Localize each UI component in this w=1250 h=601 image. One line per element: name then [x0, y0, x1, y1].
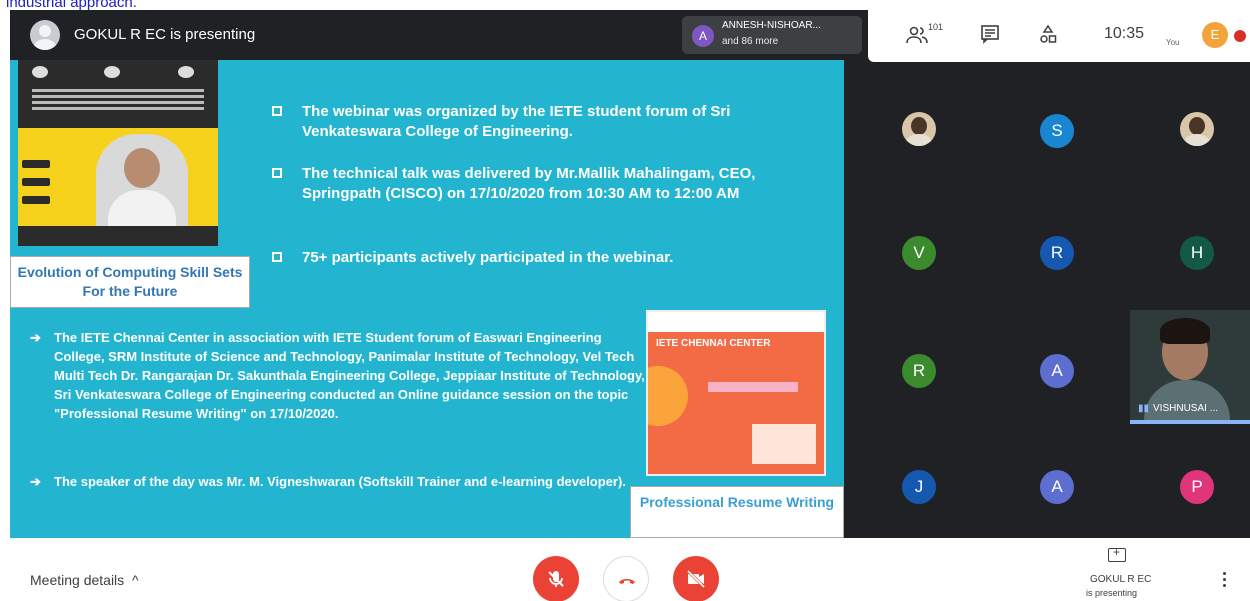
camera-tile-name: ▮▮ VISHNUSAI ...: [1138, 403, 1219, 414]
webinar-poster-image: [18, 60, 218, 246]
participant-avatar: R: [902, 354, 936, 388]
participant-avatar: [1180, 112, 1214, 146]
meeting-controls-panel: 101 10:35 You E: [868, 10, 1250, 62]
alert-dot-icon: [1234, 30, 1246, 42]
meet-window: GOKUL R EC is presenting A ANNESH-NISHOA…: [10, 10, 1250, 601]
participant-avatar: H: [1180, 236, 1214, 270]
others-more: and 86 more: [722, 36, 779, 47]
checkbox-bullet-icon: [272, 252, 282, 262]
poster-heading: IETE CHENNAI CENTER: [656, 338, 771, 349]
participant-grid: S V R H R A ▮▮ VISHNUSAI ... J A P: [850, 60, 1250, 538]
meeting-details-button[interactable]: Meeting details ^: [30, 572, 139, 588]
participant-avatar: A: [1040, 470, 1074, 504]
people-count: 101: [928, 22, 944, 32]
poster-caption-left: Evolution of Computing Skill Sets For th…: [10, 256, 250, 308]
camera-toggle-button[interactable]: [673, 556, 719, 601]
phone-hangup-icon: [619, 579, 635, 584]
participant-avatar: P: [1180, 470, 1214, 504]
slide-arrow-bullet: ➔ The IETE Chennai Center in association…: [30, 330, 645, 421]
mic-toggle-button[interactable]: [533, 556, 579, 601]
clock: 10:35: [1104, 25, 1145, 42]
slide-bullet: 75+ participants actively participated i…: [272, 248, 832, 270]
slide-bullet: The webinar was organized by the IETE st…: [272, 102, 832, 144]
participant-avatar: S: [1040, 114, 1074, 148]
participant-avatar: A: [1040, 354, 1074, 388]
arrow-right-icon: ➔: [30, 474, 41, 489]
resume-poster-image: IETE CHENNAI CENTER: [646, 310, 826, 476]
others-name: ANNESH-NISHOAR...: [722, 20, 821, 31]
shared-screen: Evolution of Computing Skill Sets For th…: [10, 60, 844, 538]
participant-avatar: R: [1040, 236, 1074, 270]
you-label: You: [1166, 38, 1180, 47]
presenting-user-name: GOKUL R EC: [1090, 574, 1152, 585]
checkbox-bullet-icon: [272, 168, 282, 178]
participant-avatar: J: [902, 470, 936, 504]
participant-avatar: [902, 112, 936, 146]
slide-bullet: The technical talk was delivered by Mr.M…: [272, 164, 832, 228]
arrow-right-icon: ➔: [30, 330, 41, 345]
document-text-snippet: industrial approach.: [6, 0, 137, 11]
presenting-label: GOKUL R EC is presenting: [74, 26, 256, 43]
activities-icon[interactable]: [1038, 24, 1062, 48]
checkbox-bullet-icon: [272, 106, 282, 116]
camera-off-icon: [686, 569, 706, 589]
chevron-up-icon: ^: [128, 572, 139, 588]
presenting-status: is presenting: [1086, 588, 1138, 598]
mic-off-icon: [548, 571, 564, 587]
bottom-bar: Meeting details ^ GOKUL R EC is presenti…: [10, 538, 1250, 601]
participant-camera-tile: ▮▮ VISHNUSAI ...: [1130, 310, 1250, 424]
participant-avatar: V: [902, 236, 936, 270]
presenter-avatar: [30, 20, 60, 50]
audio-level-icon: ▮▮: [1138, 403, 1150, 414]
more-options-icon[interactable]: [1222, 572, 1228, 590]
others-avatar: A: [692, 25, 714, 47]
poster-caption-right: Professional Resume Writing: [630, 486, 844, 538]
other-presenters-pill[interactable]: A ANNESH-NISHOAR... and 86 more: [682, 16, 862, 54]
slide-arrow-bullet: ➔ The speaker of the day was Mr. M. Vign…: [30, 474, 626, 489]
leave-call-button[interactable]: [603, 556, 649, 601]
top-bar: GOKUL R EC is presenting A ANNESH-NISHOA…: [10, 10, 1250, 62]
chat-icon[interactable]: [980, 24, 1004, 48]
present-screen-icon[interactable]: [1108, 545, 1126, 562]
self-avatar[interactable]: E: [1202, 22, 1228, 48]
